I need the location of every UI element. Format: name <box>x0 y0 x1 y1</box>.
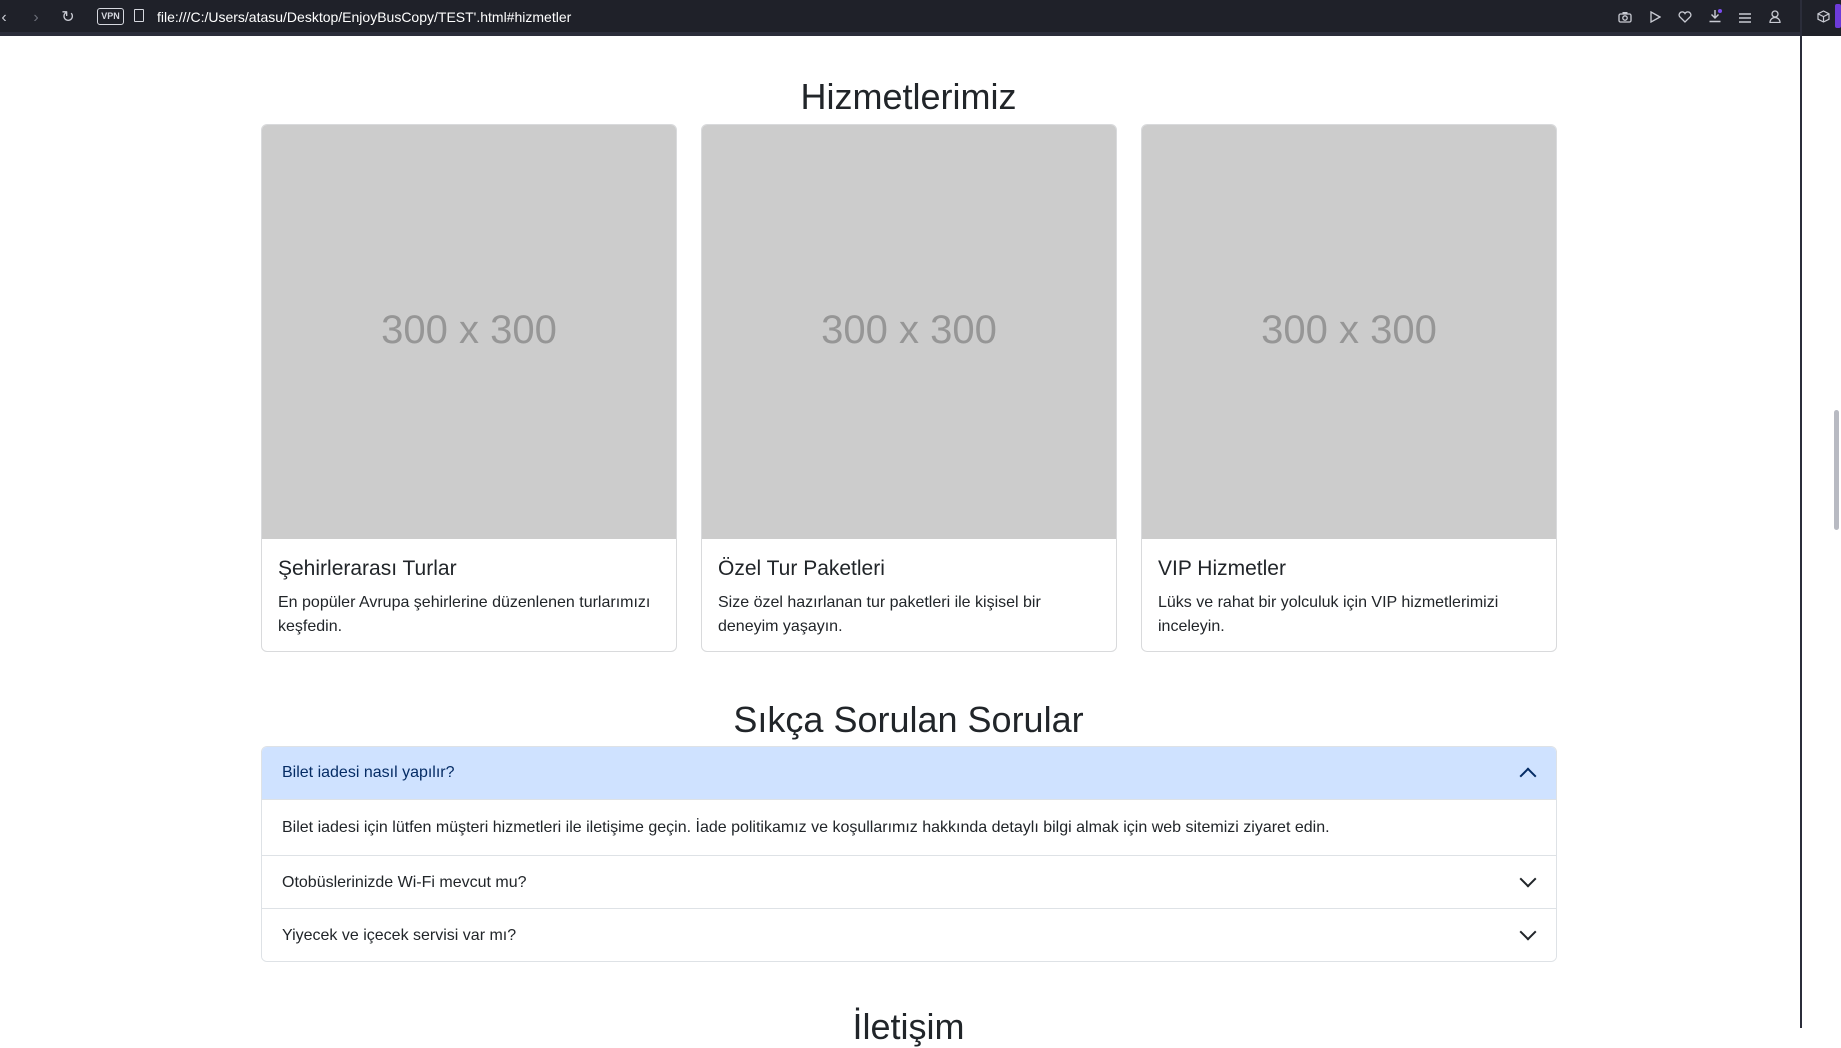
page-content: Hizmetlerimiz 300 x 300 Şehirlerarası Tu… <box>0 40 1800 1047</box>
accent-bar <box>1835 4 1841 28</box>
camera-icon[interactable] <box>1614 6 1636 30</box>
back-icon[interactable]: ‹ <box>0 6 16 30</box>
faq-question-text: Otobüslerinizde Wi-Fi mevcut mu? <box>282 874 527 891</box>
services-heading: Hizmetlerimiz <box>800 76 1017 117</box>
image-placeholder-label: 300 x 300 <box>1261 308 1437 352</box>
vpn-badge[interactable]: VPN <box>97 8 124 25</box>
heart-icon[interactable] <box>1674 6 1696 30</box>
card-image: 300 x 300 <box>1142 125 1556 539</box>
faq-heading: Sıkça Sorulan Sorular <box>733 699 1084 740</box>
address-bar[interactable]: file:///C:/Users/atasu/Desktop/EnjoyBusC… <box>157 8 571 26</box>
card-title: Özel Tur Paketleri <box>718 557 885 580</box>
card-text: Lüks ve rahat bir yolculuk için VIP hizm… <box>1158 594 1499 635</box>
reload-icon[interactable]: ↻ <box>56 6 80 30</box>
chevron-down-icon <box>1519 923 1537 941</box>
service-card[interactable]: 300 x 300 Özel Tur Paketleri Size özel h… <box>701 124 1117 652</box>
card-text: Size özel hazırlanan tur paketleri ile k… <box>718 594 1041 635</box>
faq-question-1[interactable]: Bilet iadesi nasıl yapılır? <box>262 747 1556 799</box>
scrollbar-thumb[interactable] <box>1834 410 1839 530</box>
faq-question-2[interactable]: Otobüslerinizde Wi-Fi mevcut mu? <box>262 855 1556 908</box>
menu-icon[interactable] <box>1734 6 1756 30</box>
faq-question-text: Bilet iadesi nasıl yapılır? <box>282 764 455 781</box>
services-cards: 300 x 300 Şehirlerarası Turlar En popüle… <box>261 124 1557 652</box>
faq-question-3[interactable]: Yiyecek ve içecek servisi var mı? <box>262 908 1556 961</box>
card-image: 300 x 300 <box>702 125 1116 539</box>
service-card[interactable]: 300 x 300 VIP Hizmetler Lüks ve rahat bi… <box>1141 124 1557 652</box>
card-title: Şehirlerarası Turlar <box>278 557 457 580</box>
image-placeholder-label: 300 x 300 <box>381 308 557 352</box>
chevron-down-icon <box>1519 870 1537 888</box>
chevron-up-icon <box>1519 767 1537 785</box>
download-icon[interactable] <box>1704 6 1726 30</box>
cube-icon[interactable] <box>1812 6 1834 30</box>
faq-answer-1: Bilet iadesi için lütfen müşteri hizmetl… <box>262 799 1556 855</box>
faq-accordion: Bilet iadesi nasıl yapılır? Bilet iadesi… <box>261 746 1557 962</box>
play-icon[interactable] <box>1644 6 1666 30</box>
profile-icon[interactable] <box>1764 6 1786 30</box>
browser-toolbar: ‹ › ↻ VPN file:///C:/Users/atasu/Desktop… <box>0 0 1841 36</box>
service-card[interactable]: 300 x 300 Şehirlerarası Turlar En popüle… <box>261 124 677 652</box>
card-title: VIP Hizmetler <box>1158 557 1286 580</box>
file-icon <box>134 9 144 22</box>
image-placeholder-label: 300 x 300 <box>821 308 997 352</box>
card-image: 300 x 300 <box>262 125 676 539</box>
forward-icon[interactable]: › <box>24 6 48 30</box>
contact-heading: İletişim <box>852 1006 965 1047</box>
faq-question-text: Yiyecek ve içecek servisi var mı? <box>282 927 517 944</box>
card-text: En popüler Avrupa şehirlerine düzenlenen… <box>278 594 651 635</box>
